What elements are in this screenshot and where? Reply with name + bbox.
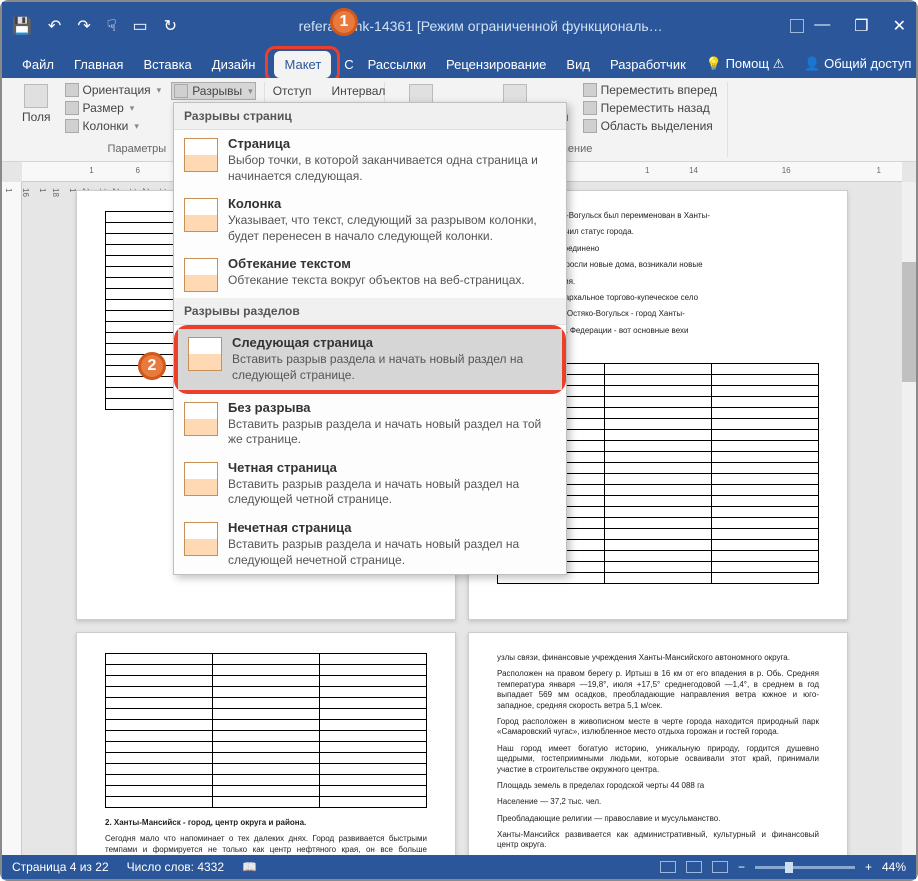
status-bar: Страница 4 из 22 Число слов: 4332 📖 − + … xyxy=(2,855,916,879)
tab-developer[interactable]: Разработчик xyxy=(600,51,696,78)
breaks-button[interactable]: Разрывы▾ xyxy=(171,82,255,100)
breaks-dropdown: Разрывы страниц СтраницаВыбор точки, в к… xyxy=(173,102,567,575)
break-continuous-item[interactable]: Без разрываВставить разрыв раздела и нач… xyxy=(174,394,566,454)
break-next-page-item[interactable]: Следующая страницаВставить разрыв раздел… xyxy=(178,329,562,389)
page-3[interactable]: 2. Ханты-Мансийск - город, центр округа … xyxy=(76,632,456,855)
doc-text: Преобладающие религии — православие и му… xyxy=(497,814,819,824)
doc-text: Город расположен в живописном месте в че… xyxy=(497,717,819,738)
tab-design[interactable]: Дизайн xyxy=(202,51,266,78)
maximize-button[interactable]: ❐ xyxy=(854,16,868,36)
word-count[interactable]: Число слов: 4332 xyxy=(127,860,224,874)
title-bar: 💾 ↶ ↷ ☟ ▭ ↻ referatbank-14361 [Режим огр… xyxy=(2,2,916,50)
vertical-ruler[interactable]: 116118120122124126 xyxy=(2,182,22,855)
column-break-icon xyxy=(184,198,218,232)
quick-access-toolbar: 💾 ↶ ↷ ☟ ▭ ↻ xyxy=(12,16,177,36)
spellcheck-icon[interactable]: 📖 xyxy=(242,860,257,874)
callout-badge-2: 2 xyxy=(138,352,166,380)
tab-help[interactable]: 💡 Помощ ⚠ xyxy=(696,50,795,78)
tab-review[interactable]: Рецензирование xyxy=(436,51,556,78)
break-even-page-item[interactable]: Четная страницаВставить разрыв раздела и… xyxy=(174,454,566,514)
doc-text: Площадь земель в пределах городской черт… xyxy=(497,781,819,791)
dropdown-section-section-breaks: Разрывы разделов xyxy=(174,298,566,325)
columns-button[interactable]: Колонки▾ xyxy=(63,118,164,134)
size-button[interactable]: Размер▾ xyxy=(63,100,164,116)
tab-insert[interactable]: Вставка xyxy=(133,51,201,78)
bring-forward-button[interactable]: Переместить вперед xyxy=(581,82,719,98)
callout-1-ring: Макет xyxy=(265,46,340,83)
undo-icon[interactable]: ↶ xyxy=(48,16,61,36)
tab-layout[interactable]: Макет xyxy=(274,51,331,78)
page-break-icon xyxy=(184,138,218,172)
save-icon[interactable]: 💾 xyxy=(12,16,32,36)
indent-label: Отступ xyxy=(273,84,312,98)
page-status[interactable]: Страница 4 из 22 xyxy=(12,860,109,874)
text-wrap-break-icon xyxy=(184,258,218,292)
tab-view[interactable]: Вид xyxy=(556,51,600,78)
orientation-button[interactable]: Ориентация▾ xyxy=(63,82,164,98)
doc-text: Население — 37,2 тыс. чел. xyxy=(497,797,819,807)
callout-2-ring: Следующая страницаВставить разрыв раздел… xyxy=(174,325,566,393)
print-layout-button[interactable] xyxy=(686,861,702,873)
document-title: referatbank-14361 [Режим ограниченной фу… xyxy=(177,18,784,34)
next-page-break-icon xyxy=(188,337,222,371)
doc-text: Сегодня мало что напоминает о тех далеки… xyxy=(105,834,427,855)
window-controls: — ❐ ✕ xyxy=(814,16,906,36)
scrollbar-thumb[interactable] xyxy=(902,262,916,382)
break-page-item[interactable]: СтраницаВыбор точки, в которой заканчива… xyxy=(174,130,566,190)
doc-text: Ханты-Мансийск развивается как администр… xyxy=(497,830,819,851)
touch-icon[interactable]: ☟ xyxy=(107,16,117,36)
continuous-break-icon xyxy=(184,402,218,436)
close-button[interactable]: ✕ xyxy=(893,16,906,36)
doc-text: Наш город имеет богатую историю, уникаль… xyxy=(497,744,819,775)
zoom-slider-knob[interactable] xyxy=(785,862,793,873)
page-4[interactable]: узлы связи, финансовые учреждения Ханты-… xyxy=(468,632,848,855)
doc-heading: 2. Ханты-Мансийск - город, центр округа … xyxy=(105,818,427,828)
redo-icon[interactable]: ↷ xyxy=(77,16,90,36)
break-wrap-item[interactable]: Обтекание текстомОбтекание текста вокруг… xyxy=(174,250,566,298)
tab-file[interactable]: Файл xyxy=(12,51,64,78)
minimize-button[interactable]: — xyxy=(814,16,830,36)
ribbon-options-icon[interactable] xyxy=(790,19,804,33)
tab-home[interactable]: Главная xyxy=(64,51,133,78)
doc-text: Расположен на правом берегу р. Иртыш в 1… xyxy=(497,669,819,711)
zoom-slider[interactable] xyxy=(755,866,855,869)
zoom-out-button[interactable]: − xyxy=(738,860,745,874)
table-empty-3[interactable] xyxy=(105,653,427,808)
vertical-scrollbar[interactable] xyxy=(902,182,916,855)
break-column-item[interactable]: КолонкаУказывает, что текст, следующий з… xyxy=(174,190,566,250)
web-layout-button[interactable] xyxy=(712,861,728,873)
tab-hidden[interactable]: С xyxy=(340,51,357,78)
even-page-break-icon xyxy=(184,462,218,496)
ribbon-tabs: Файл Главная Вставка Дизайн Макет С Расс… xyxy=(2,50,916,78)
new-icon[interactable]: ▭ xyxy=(132,16,147,36)
zoom-level[interactable]: 44% xyxy=(882,860,906,874)
dropdown-section-page-breaks: Разрывы страниц xyxy=(174,103,566,130)
selection-pane-button[interactable]: Область выделения xyxy=(581,118,719,134)
doc-text: узлы связи, финансовые учреждения Ханты-… xyxy=(497,653,819,663)
read-mode-button[interactable] xyxy=(660,861,676,873)
odd-page-break-icon xyxy=(184,522,218,556)
callout-badge-1: 1 xyxy=(330,8,358,36)
send-backward-button[interactable]: Переместить назад xyxy=(581,100,719,116)
spacing-label: Интервал xyxy=(332,84,386,98)
tab-mailings[interactable]: Рассылки xyxy=(358,51,436,78)
margins-button[interactable]: Поля xyxy=(18,82,55,134)
break-odd-page-item[interactable]: Нечетная страницаВставить разрыв раздела… xyxy=(174,514,566,574)
share-button[interactable]: 👤 Общий доступ xyxy=(794,50,918,78)
zoom-in-button[interactable]: + xyxy=(865,860,872,874)
repeat-icon[interactable]: ↻ xyxy=(164,16,177,36)
